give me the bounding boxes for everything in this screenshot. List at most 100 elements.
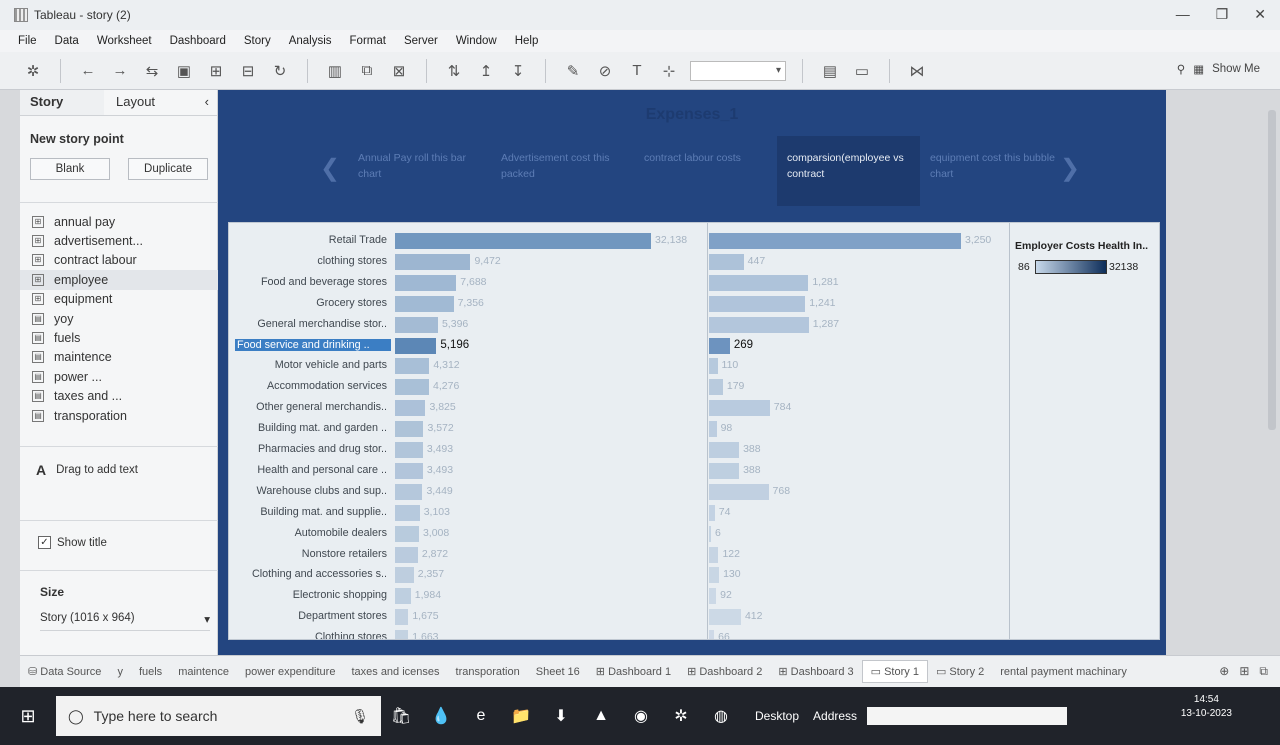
menu-dashboard[interactable]: Dashboard: [170, 35, 226, 47]
sheet-tab[interactable]: Sheet 16: [528, 666, 588, 678]
menu-worksheet[interactable]: Worksheet: [97, 35, 152, 47]
desktop-label[interactable]: Desktop: [755, 709, 799, 723]
bar-employee-cost[interactable]: [395, 295, 454, 312]
menu-window[interactable]: Window: [456, 35, 497, 47]
story-point[interactable]: Advertisement cost this packed: [491, 136, 634, 206]
fix-axes-icon[interactable]: ⊹: [658, 62, 680, 80]
sheet-item[interactable]: ⊞ employee: [20, 270, 218, 290]
bar-contract-cost[interactable]: [709, 483, 769, 500]
sheet-item[interactable]: ▤ taxes and ...: [20, 387, 218, 406]
menu-format[interactable]: Format: [350, 35, 386, 47]
bar-contract-cost[interactable]: [709, 462, 740, 479]
category-label[interactable]: Health and personal care ..: [235, 464, 391, 476]
bar-contract-cost[interactable]: [709, 379, 723, 396]
new-story-icon[interactable]: ⧉: [1259, 664, 1268, 679]
vertical-scrollbar[interactable]: [1268, 110, 1276, 430]
paint-icon[interactable]: 💧: [421, 706, 461, 726]
tableau-logo-icon[interactable]: ✲: [22, 62, 44, 80]
sheet-item[interactable]: ⊞ contract labour: [20, 251, 218, 270]
bar-employee-cost[interactable]: [395, 442, 423, 458]
bar-contract-cost[interactable]: [709, 525, 711, 542]
category-label[interactable]: Automobile dealers: [235, 527, 391, 539]
bar-contract-cost[interactable]: [709, 233, 961, 249]
refresh-icon[interactable]: ↻: [269, 62, 291, 80]
category-label[interactable]: Department stores: [235, 610, 391, 622]
file-explorer-icon[interactable]: 📁: [501, 706, 541, 726]
bar-employee-cost[interactable]: [395, 546, 418, 563]
category-label[interactable]: Food service and drinking ..: [235, 338, 391, 351]
bar-contract-cost[interactable]: [709, 588, 717, 605]
bar-contract-cost[interactable]: [709, 337, 730, 354]
bar-employee-cost[interactable]: [395, 609, 409, 626]
minimize-icon[interactable]: —: [1176, 6, 1190, 23]
category-label[interactable]: Grocery stores: [235, 297, 391, 309]
collapse-panel-icon[interactable]: ‹: [205, 90, 209, 115]
taskbar-search-box[interactable]: ◯ Type here to search 🎙: [56, 696, 381, 736]
sheet-item[interactable]: ▤ fuels: [20, 328, 218, 347]
bar-employee-cost[interactable]: [395, 421, 424, 438]
next-story-point-icon[interactable]: ❯: [1060, 154, 1080, 183]
windows-start-icon[interactable]: ⊞: [0, 706, 56, 727]
microphone-icon[interactable]: 🎙: [351, 708, 369, 725]
group-icon[interactable]: ⊘: [594, 62, 616, 80]
category-label[interactable]: Nonstore retailers: [235, 548, 391, 560]
show-title-checkbox[interactable]: ✓: [38, 536, 51, 549]
sheet-tab[interactable]: y: [109, 666, 131, 678]
save-icon[interactable]: ▣: [173, 62, 195, 80]
category-label[interactable]: Building mat. and garden ..: [235, 422, 391, 434]
category-label[interactable]: Pharmacies and drug stor..: [235, 443, 391, 455]
edge-icon[interactable]: e: [461, 707, 501, 725]
story-point-active[interactable]: comparsion(employee vs contract: [777, 136, 920, 206]
bar-contract-cost[interactable]: [709, 400, 770, 417]
dashboard-tab[interactable]: ⊞ Dashboard 3: [770, 665, 861, 678]
story-point[interactable]: equipment cost this bubble chart: [920, 136, 1063, 206]
category-label[interactable]: Clothing and accessories s..: [235, 568, 391, 580]
photo-app-icon[interactable]: ◉: [621, 706, 661, 726]
highlight-icon[interactable]: ✎: [562, 62, 584, 80]
sheet-tab[interactable]: rental payment machinary: [992, 666, 1135, 678]
sheet-tab[interactable]: fuels: [131, 666, 170, 678]
bar-contract-cost[interactable]: [709, 358, 718, 375]
bar-employee-cost[interactable]: [395, 504, 420, 521]
bar-employee-cost[interactable]: [395, 358, 430, 375]
story-point[interactable]: contract labour costs: [634, 136, 777, 206]
swap-icon[interactable]: ⇆: [141, 62, 163, 80]
category-label[interactable]: General merchandise stor..: [235, 318, 391, 330]
close-icon[interactable]: ✕: [1254, 6, 1266, 23]
bar-employee-cost[interactable]: [395, 525, 419, 542]
fit-dropdown[interactable]: ▾: [690, 60, 786, 81]
bar-employee-cost[interactable]: [395, 588, 411, 605]
menu-help[interactable]: Help: [515, 35, 539, 47]
swap-rows-icon[interactable]: ⇅: [443, 62, 465, 80]
maximize-icon[interactable]: ❐: [1216, 6, 1229, 23]
new-dashboard-icon[interactable]: ⊞: [1239, 664, 1249, 679]
undo-icon[interactable]: ←: [77, 62, 99, 79]
new-sheet-icon[interactable]: ▥: [324, 62, 346, 80]
bar-contract-cost[interactable]: [709, 630, 715, 639]
bar-employee-cost[interactable]: [395, 483, 423, 500]
bar-employee-cost[interactable]: [395, 462, 423, 479]
fit-icon[interactable]: ▤: [819, 62, 841, 80]
drag-text-object[interactable]: A Drag to add text: [36, 462, 138, 478]
menu-story[interactable]: Story: [244, 35, 271, 47]
blank-button[interactable]: Blank: [30, 158, 110, 180]
tableau-taskbar-icon[interactable]: ✲: [661, 706, 701, 726]
category-label[interactable]: Other general merchandis..: [235, 401, 391, 413]
sheet-item[interactable]: ▤ transporation: [20, 406, 218, 425]
bar-contract-cost[interactable]: [709, 609, 741, 626]
story-point[interactable]: Annual Pay roll this bar chart: [348, 136, 491, 206]
presentation-icon[interactable]: ▭: [851, 62, 873, 80]
previous-story-point-icon[interactable]: ❮: [320, 154, 340, 183]
bar-employee-cost[interactable]: [395, 253, 471, 270]
menu-file[interactable]: File: [18, 35, 37, 47]
menu-analysis[interactable]: Analysis: [289, 35, 332, 47]
category-label[interactable]: Warehouse clubs and sup..: [235, 485, 391, 497]
bar-contract-cost[interactable]: [709, 316, 809, 333]
sheet-tab[interactable]: power expenditure: [237, 666, 344, 678]
menu-server[interactable]: Server: [404, 35, 438, 47]
new-data-source-icon[interactable]: ⊞: [205, 62, 227, 80]
duplicate-icon[interactable]: ⧉: [356, 62, 378, 79]
store-icon[interactable]: 🛍: [381, 706, 421, 726]
bar-contract-cost[interactable]: [709, 567, 720, 584]
category-label[interactable]: Food and beverage stores: [235, 276, 391, 288]
